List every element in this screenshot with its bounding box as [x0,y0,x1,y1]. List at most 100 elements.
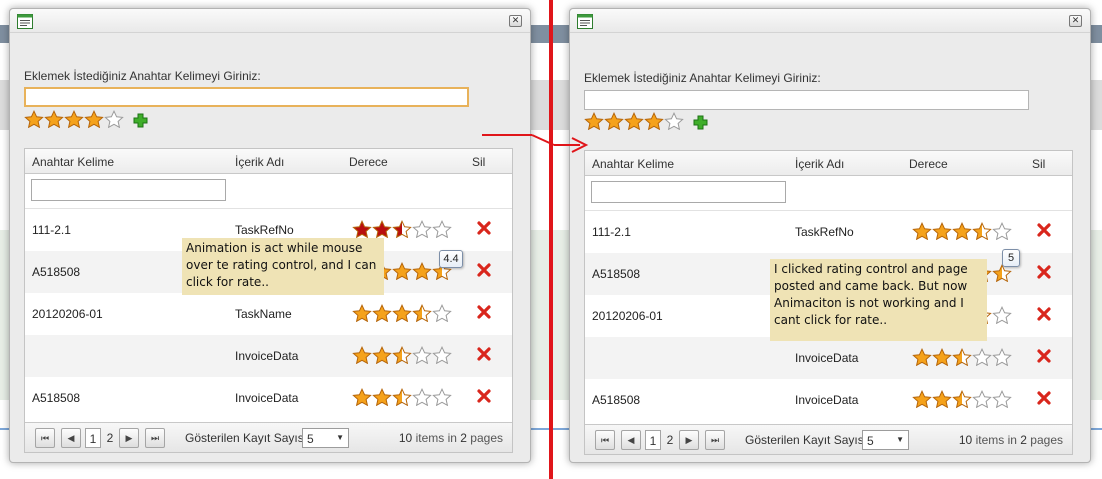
close-icon[interactable]: ✕ [1069,15,1082,27]
delete-icon[interactable] [476,346,492,362]
add-keyword-icon[interactable] [693,115,708,130]
column-header-delete[interactable]: Sil [472,155,485,169]
first-page-icon[interactable]: ⏮ [595,430,615,450]
star-icon[interactable] [412,220,432,238]
column-header-delete[interactable]: Sil [1032,157,1045,171]
star-icon[interactable] [604,112,624,130]
star-icon[interactable] [624,112,644,130]
delete-icon[interactable] [1036,222,1052,238]
column-header-content[interactable]: İçerik Adı [235,155,284,169]
star-icon[interactable] [392,346,412,364]
rating-control[interactable] [352,388,452,406]
star-icon[interactable] [932,222,952,240]
delete-icon[interactable] [1036,306,1052,322]
star-icon[interactable] [412,346,432,364]
last-page-icon[interactable]: ⏭ [705,430,725,450]
prev-page-icon[interactable]: ◀ [621,430,641,450]
rating-control[interactable] [912,348,1012,366]
keyword-input[interactable] [584,90,1029,110]
star-icon[interactable] [992,390,1012,408]
page-number-current[interactable]: 1 [645,430,661,450]
star-icon[interactable] [372,304,392,322]
star-icon[interactable] [392,388,412,406]
rating-control[interactable] [912,390,1012,408]
page-size-select[interactable]: 5 ▼ [302,428,349,448]
cell-keyword: A518508 [592,393,641,407]
star-icon[interactable] [952,222,972,240]
rating-control[interactable] [352,220,452,238]
delete-icon[interactable] [476,304,492,320]
star-icon[interactable] [972,390,992,408]
close-icon[interactable]: ✕ [509,15,522,27]
star-icon[interactable] [952,348,972,366]
star-icon[interactable] [412,304,432,322]
star-icon[interactable] [392,304,412,322]
star-icon[interactable] [972,222,992,240]
star-icon[interactable] [352,346,372,364]
star-icon[interactable] [912,222,932,240]
delete-icon[interactable] [1036,348,1052,364]
star-icon[interactable] [664,112,684,130]
star-icon[interactable] [392,220,412,238]
column-header-rating[interactable]: Derece [349,155,388,169]
add-keyword-icon[interactable] [133,113,148,128]
star-icon[interactable] [412,388,432,406]
dialog-titlebar: ✕ [570,9,1090,33]
star-icon[interactable] [932,390,952,408]
next-page-icon[interactable]: ▶ [679,430,699,450]
star-icon[interactable] [972,348,992,366]
keyword-input[interactable] [24,87,469,107]
page-number-current[interactable]: 1 [85,428,101,448]
star-icon[interactable] [372,388,392,406]
star-icon[interactable] [992,348,1012,366]
star-icon[interactable] [992,222,1012,240]
star-icon[interactable] [64,110,84,128]
new-keyword-rating[interactable] [24,110,124,128]
rating-control[interactable] [912,222,1012,240]
star-icon[interactable] [912,348,932,366]
star-icon[interactable] [952,390,972,408]
column-header-keyword[interactable]: Anahtar Kelime [592,157,674,171]
star-icon[interactable] [24,110,44,128]
new-keyword-rating[interactable] [584,112,684,130]
prev-page-icon[interactable]: ◀ [61,428,81,448]
star-icon[interactable] [912,390,932,408]
star-icon[interactable] [104,110,124,128]
delete-icon[interactable] [476,220,492,236]
star-icon[interactable] [432,304,452,322]
delete-icon[interactable] [476,262,492,278]
star-icon[interactable] [392,262,412,280]
page-size-select[interactable]: 5 ▼ [862,430,909,450]
star-icon[interactable] [412,262,432,280]
star-icon[interactable] [992,306,1012,324]
star-icon[interactable] [432,220,452,238]
star-icon[interactable] [84,110,104,128]
star-icon[interactable] [352,220,372,238]
keyword-filter-input[interactable] [31,179,226,201]
rating-control[interactable] [352,304,452,322]
star-icon[interactable] [372,220,392,238]
column-header-keyword[interactable]: Anahtar Kelime [32,155,114,169]
delete-icon[interactable] [476,388,492,404]
page-number[interactable]: 2 [663,430,677,450]
first-page-icon[interactable]: ⏮ [35,428,55,448]
star-icon[interactable] [372,346,392,364]
star-icon[interactable] [932,348,952,366]
star-icon[interactable] [44,110,64,128]
next-page-icon[interactable]: ▶ [119,428,139,448]
column-header-content[interactable]: İçerik Adı [795,157,844,171]
last-page-icon[interactable]: ⏭ [145,428,165,448]
star-icon[interactable] [432,388,452,406]
star-icon[interactable] [352,388,372,406]
column-header-rating[interactable]: Derece [909,157,948,171]
rating-control[interactable] [352,346,452,364]
page-number[interactable]: 2 [103,428,117,448]
star-icon[interactable] [644,112,664,130]
delete-icon[interactable] [1036,264,1052,280]
star-icon[interactable] [432,346,452,364]
grid-header: Anahtar Kelime İçerik Adı Derece Sil [585,151,1072,176]
delete-icon[interactable] [1036,390,1052,406]
star-icon[interactable] [352,304,372,322]
keyword-filter-input[interactable] [591,181,786,203]
cell-content: InvoiceData [235,391,299,405]
